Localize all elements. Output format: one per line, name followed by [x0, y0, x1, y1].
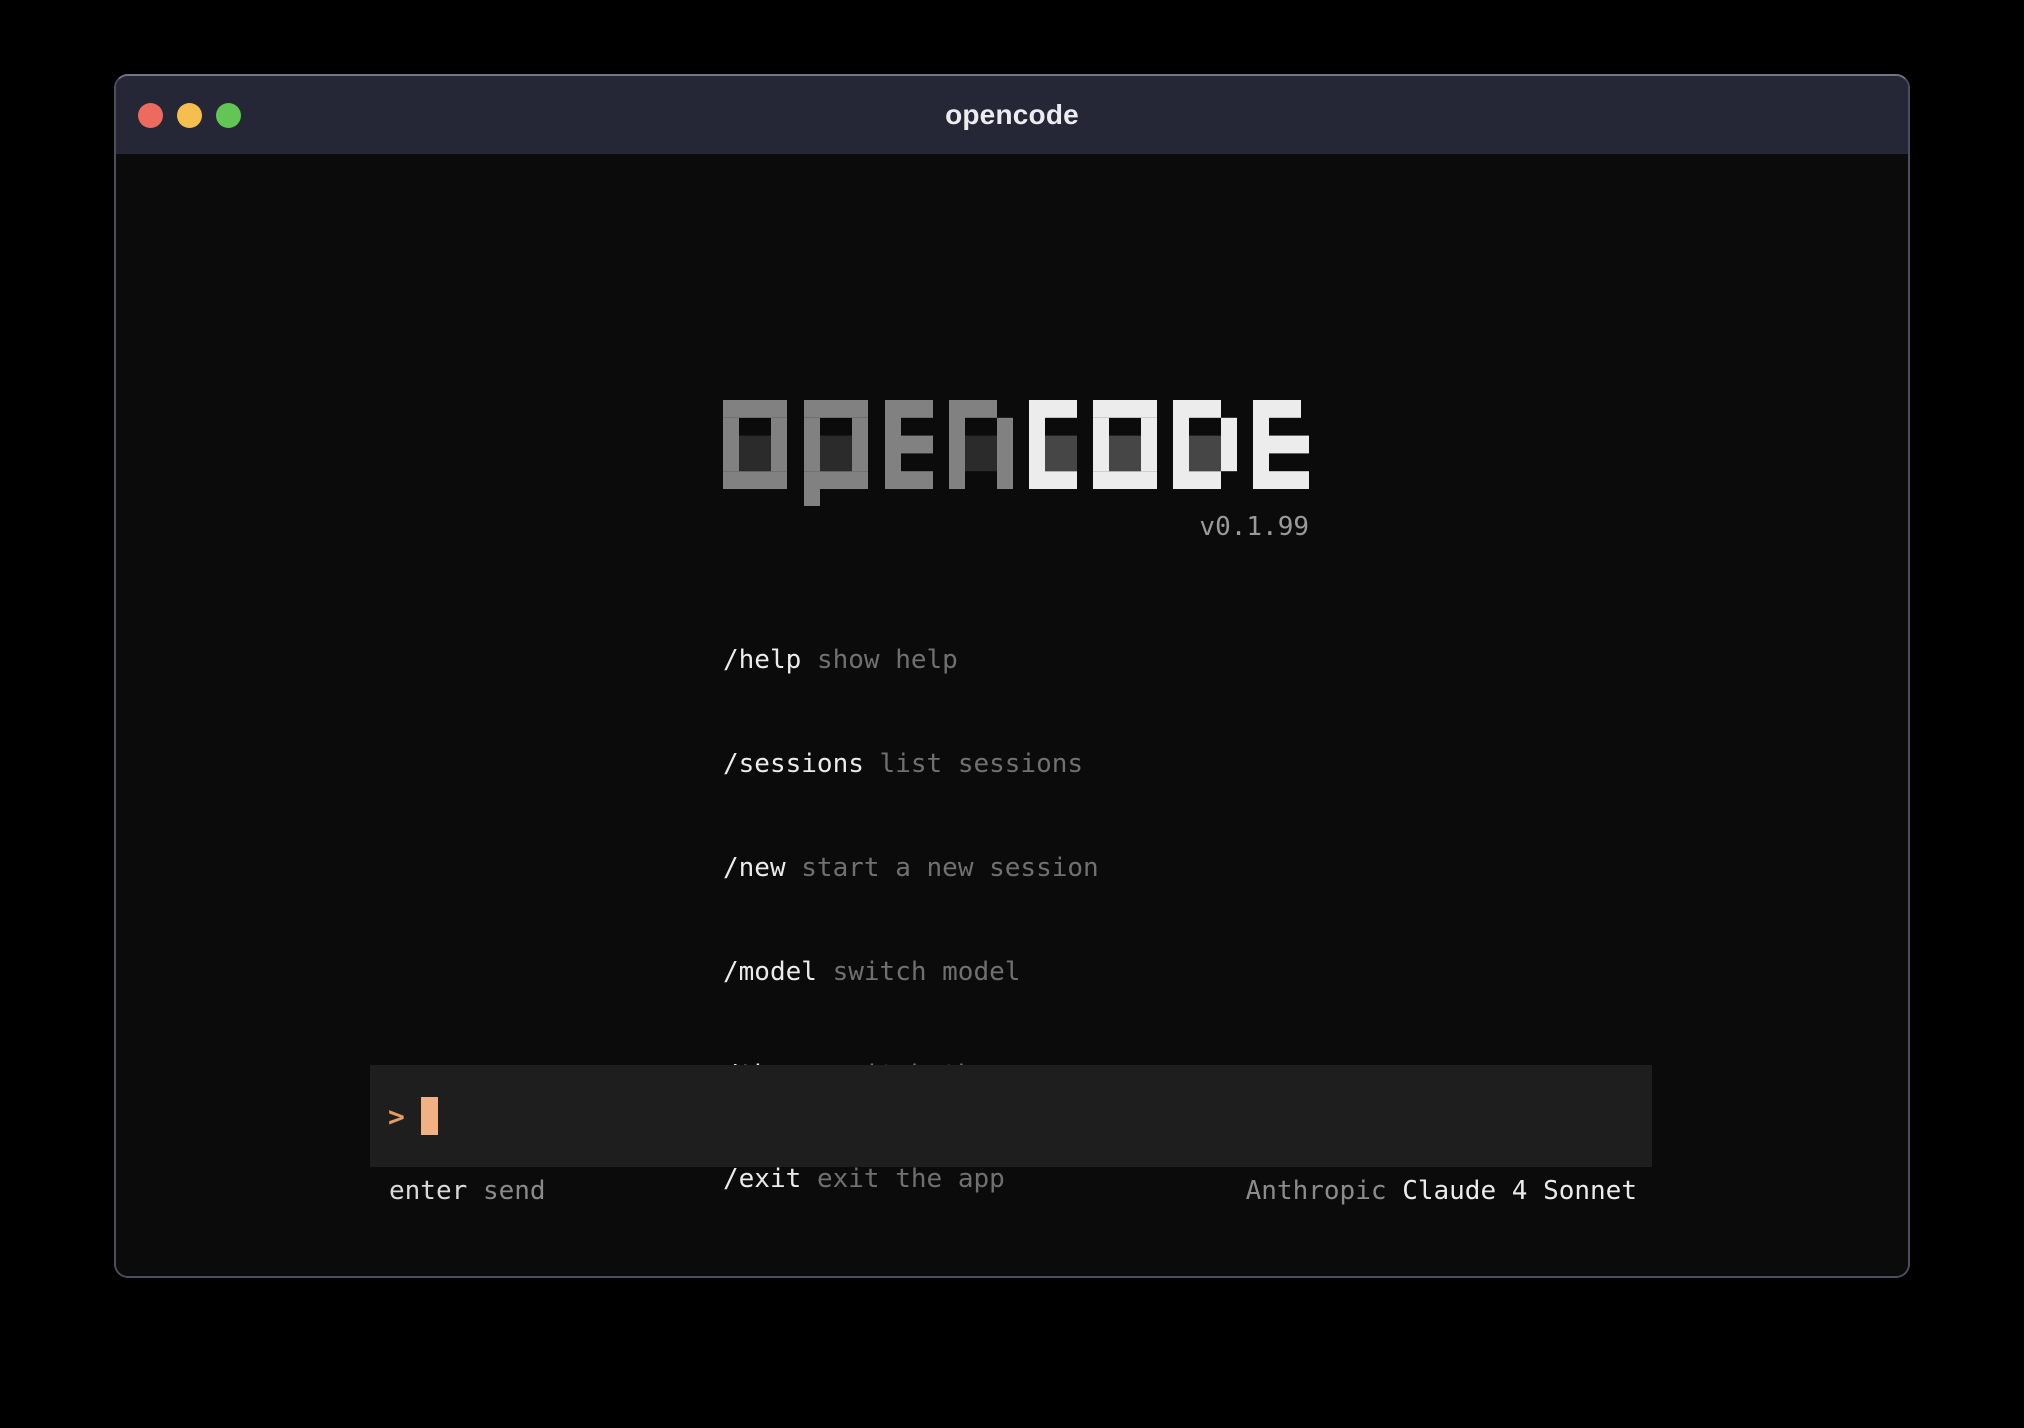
command-description: switch model [833, 957, 1021, 987]
command-row-help: /help show help [723, 643, 1099, 678]
command-row-sessions: /sessions list sessions [723, 747, 1099, 782]
window-titlebar[interactable]: opencode [116, 76, 1908, 154]
desktop-background: opencode [0, 0, 2024, 1428]
command-row-model: /model switch model [723, 955, 1099, 990]
traffic-lights [138, 76, 241, 154]
command-name: /sessions [723, 749, 864, 779]
logo-open-word [723, 400, 1013, 506]
keybind-action: send [483, 1176, 546, 1206]
keybind-hint: enter send [389, 1174, 546, 1208]
prompt-symbol: > [388, 1100, 405, 1133]
app-window: opencode [114, 74, 1910, 1278]
command-name: /model [723, 957, 817, 987]
command-name: /new [723, 853, 786, 883]
window-title: opencode [945, 99, 1079, 131]
prompt-input[interactable]: > [370, 1065, 1652, 1167]
zoom-window-button[interactable] [216, 103, 241, 128]
logo-code-word [1029, 400, 1309, 489]
command-row-new: /new start a new session [723, 851, 1099, 886]
model-provider: Anthropic [1246, 1176, 1387, 1206]
model-indicator: Anthropic Claude 4 Sonnet [1246, 1174, 1637, 1208]
text-cursor [421, 1097, 438, 1135]
command-description: start a new session [801, 853, 1098, 883]
model-name: Claude 4 Sonnet [1402, 1176, 1637, 1206]
command-description: list sessions [880, 749, 1084, 779]
command-description: show help [817, 645, 958, 675]
opencode-logo [723, 400, 1309, 506]
version-label: v0.1.99 [723, 512, 1309, 542]
status-bar: enter send Anthropic Claude 4 Sonnet [370, 1174, 1652, 1208]
terminal-content: v0.1.99 /help show help /sessions list s… [116, 154, 1908, 1276]
close-window-button[interactable] [138, 103, 163, 128]
command-name: /help [723, 645, 801, 675]
minimize-window-button[interactable] [177, 103, 202, 128]
keybind-key: enter [389, 1176, 467, 1206]
